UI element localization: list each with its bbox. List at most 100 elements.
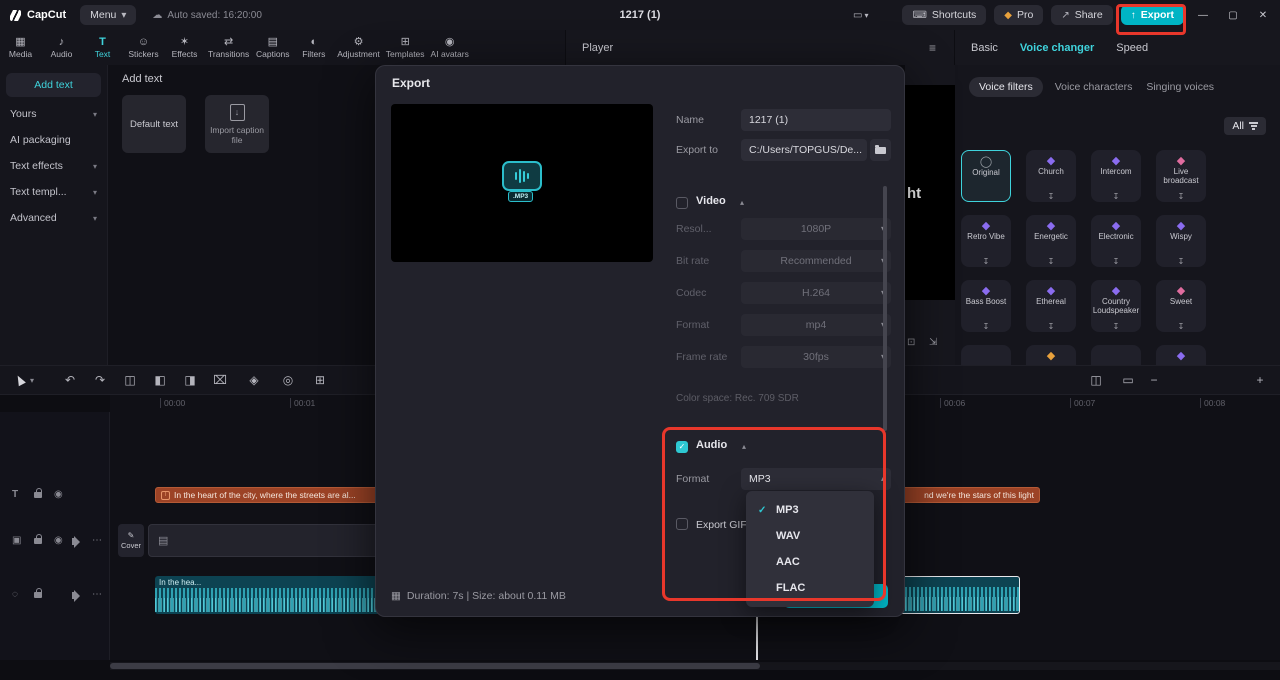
shortcuts-button[interactable]: ⌨ Shortcuts xyxy=(902,5,987,25)
sidebar-item-yours[interactable]: Yours ▾ xyxy=(0,101,107,127)
sidebar-item-ai-packaging[interactable]: AI packaging xyxy=(0,127,107,153)
redo-icon[interactable]: ↷ xyxy=(92,373,108,387)
sidebar-item-text-templates[interactable]: Text templ... ▾ xyxy=(0,179,107,205)
subtab-singing-voices[interactable]: Singing voices xyxy=(1144,77,1216,97)
eye-icon[interactable]: ◉ xyxy=(54,490,63,500)
tab-transitions[interactable]: ⇄ Transitions xyxy=(205,30,252,65)
name-label: Name xyxy=(676,114,705,126)
tab-filters[interactable]: ◐ Filters xyxy=(293,30,334,65)
voice-card-intercom[interactable]: ◆ Intercom ↧ xyxy=(1091,150,1141,202)
tab-effects[interactable]: ✶ Effects xyxy=(164,30,205,65)
pro-button[interactable]: ◆ Pro xyxy=(994,5,1044,25)
maximize-button[interactable]: ▢ xyxy=(1222,10,1244,21)
more-icon[interactable]: ⋯ xyxy=(92,536,102,546)
delete-left-icon[interactable]: ◧ xyxy=(152,373,168,387)
sidebar-item-add-text[interactable]: Add text xyxy=(6,73,101,97)
caret-down-icon: ▾ xyxy=(92,109,97,119)
delete-icon[interactable]: ⌧ xyxy=(212,373,228,387)
voice-card-electronic[interactable]: ◆ Electronic ↧ xyxy=(1091,215,1141,267)
aspect-ratio-icon[interactable]: ⊡ xyxy=(907,337,915,348)
tab-media[interactable]: ▦ Media xyxy=(0,30,41,65)
subtab-voice-characters[interactable]: Voice characters xyxy=(1053,77,1135,97)
lock-icon[interactable] xyxy=(34,534,42,544)
name-input[interactable]: 1217 (1) xyxy=(741,109,891,131)
lock-icon[interactable] xyxy=(34,588,42,598)
eye-icon[interactable]: ◉ xyxy=(54,536,63,546)
tab-ai-avatars[interactable]: ◉ AI avatars xyxy=(428,30,472,65)
preview-axis-icon[interactable]: ▭ xyxy=(1120,373,1136,387)
more-icon[interactable]: ⋯ xyxy=(92,590,102,600)
video-checkbox[interactable] xyxy=(676,197,688,209)
timeline-hscrollbar[interactable] xyxy=(110,662,1280,670)
subtab-voice-filters[interactable]: Voice filters xyxy=(969,77,1043,97)
delete-right-icon[interactable]: ◨ xyxy=(182,373,198,387)
tab-voice-changer[interactable]: Voice changer xyxy=(1020,42,1094,54)
lock-icon[interactable] xyxy=(34,488,42,498)
stabilize-icon[interactable]: ◎ xyxy=(280,373,296,387)
tab-label: Stickers xyxy=(128,49,159,59)
browse-folder-button[interactable] xyxy=(870,139,891,161)
voice-card-ethereal[interactable]: ◆ Ethereal ↧ xyxy=(1026,280,1076,332)
voice-card-partial[interactable]: ◆ xyxy=(1026,345,1076,365)
mute-icon[interactable] xyxy=(72,589,80,602)
player-menu-icon[interactable]: ≡ xyxy=(929,41,954,55)
ai-avatars-icon: ◉ xyxy=(444,36,455,48)
tab-text[interactable]: T Text xyxy=(82,30,123,65)
tab-templates[interactable]: ⊞ Templates xyxy=(383,30,428,65)
voice-card-partial[interactable]: ◆ xyxy=(1156,345,1206,365)
display-mode-button[interactable]: ▭ ▾ xyxy=(853,10,868,21)
select-tool-icon[interactable] xyxy=(14,373,26,387)
split-icon[interactable]: ◫ xyxy=(122,373,138,387)
ruler-tick: 00:08 xyxy=(1200,398,1225,408)
tab-captions[interactable]: ▤ Captions xyxy=(252,30,293,65)
caret-up-icon[interactable]: ▴ xyxy=(740,198,744,207)
dialog-scrollbar[interactable] xyxy=(883,186,887,431)
voice-card-partial[interactable] xyxy=(1091,345,1141,365)
tab-basic[interactable]: Basic xyxy=(971,42,998,54)
tab-speed[interactable]: Speed xyxy=(1116,42,1148,54)
tab-stickers[interactable]: ☺ Stickers xyxy=(123,30,164,65)
voice-card-retro-vibe[interactable]: ◆ Retro Vibe ↧ xyxy=(961,215,1011,267)
filter-all-button[interactable]: All xyxy=(1224,117,1266,135)
voice-card-energetic[interactable]: ◆ Energetic ↧ xyxy=(1026,215,1076,267)
color-space-text: Color space: Rec. 709 SDR xyxy=(676,393,799,404)
voice-card-sweet[interactable]: ◆ Sweet ↧ xyxy=(1156,280,1206,332)
mask-icon[interactable]: ◈ xyxy=(246,373,262,387)
video-preview: ht xyxy=(905,85,955,300)
export-to-input[interactable]: C:/Users/TOPGUS/De... xyxy=(741,139,867,161)
bitrate-select: Recommended▾ xyxy=(741,250,891,272)
sidebar-item-advanced[interactable]: Advanced ▾ xyxy=(0,205,107,231)
default-text-card[interactable]: Default text xyxy=(122,95,186,153)
player-preview: ht ⊡ ⇲ xyxy=(905,65,955,365)
share-button[interactable]: ↗ Share xyxy=(1051,5,1113,25)
voice-grid: ◯ Original ◆ Church ↧ ◆ Intercom ↧ ◆ Liv… xyxy=(961,150,1206,365)
undo-icon[interactable]: ↶ xyxy=(62,373,78,387)
voice-card-original[interactable]: ◯ Original xyxy=(961,150,1011,202)
voice-card-wispy[interactable]: ◆ Wispy ↧ xyxy=(1156,215,1206,267)
zoom-out-icon[interactable]: − xyxy=(1146,373,1162,387)
voice-card-partial[interactable] xyxy=(961,345,1011,365)
cover-button[interactable]: ✎ Cover xyxy=(118,524,144,557)
voice-card-live-broadcast[interactable]: ◆ Live broadcast ↧ xyxy=(1156,150,1206,202)
voice-card-church[interactable]: ◆ Church ↧ xyxy=(1026,150,1076,202)
import-caption-card[interactable]: ↓ Import caption file xyxy=(205,95,269,153)
import-caption-label: Import caption file xyxy=(210,124,264,145)
keyframe-board-icon[interactable]: ⊞ xyxy=(312,373,328,387)
hscrollbar-thumb[interactable] xyxy=(110,663,760,669)
split-view-icon[interactable]: ◫ xyxy=(1088,373,1104,387)
pro-gem-icon: ◆ xyxy=(1004,9,1012,21)
mute-icon[interactable] xyxy=(72,535,80,548)
close-button[interactable]: ✕ xyxy=(1252,10,1274,21)
sidebar-item-text-effects[interactable]: Text effects ▾ xyxy=(0,153,107,179)
minimize-button[interactable]: — xyxy=(1192,10,1214,21)
preview-caption-text: ht xyxy=(907,185,922,202)
caption-badge-icon: T xyxy=(161,490,170,500)
voice-card-country-loudspeaker[interactable]: ◆ Country Loudspeaker ↧ xyxy=(1091,280,1141,332)
select-tool-caret-icon[interactable]: ▾ xyxy=(30,376,34,385)
fullscreen-icon[interactable]: ⇲ xyxy=(929,337,937,348)
zoom-in-icon[interactable]: + xyxy=(1252,373,1268,387)
folder-icon xyxy=(875,144,886,154)
tab-audio[interactable]: ♪ Audio xyxy=(41,30,82,65)
voice-card-bass-boost[interactable]: ◆ Bass Boost ↧ xyxy=(961,280,1011,332)
tab-adjustment[interactable]: ⚙ Adjustment xyxy=(334,30,383,65)
